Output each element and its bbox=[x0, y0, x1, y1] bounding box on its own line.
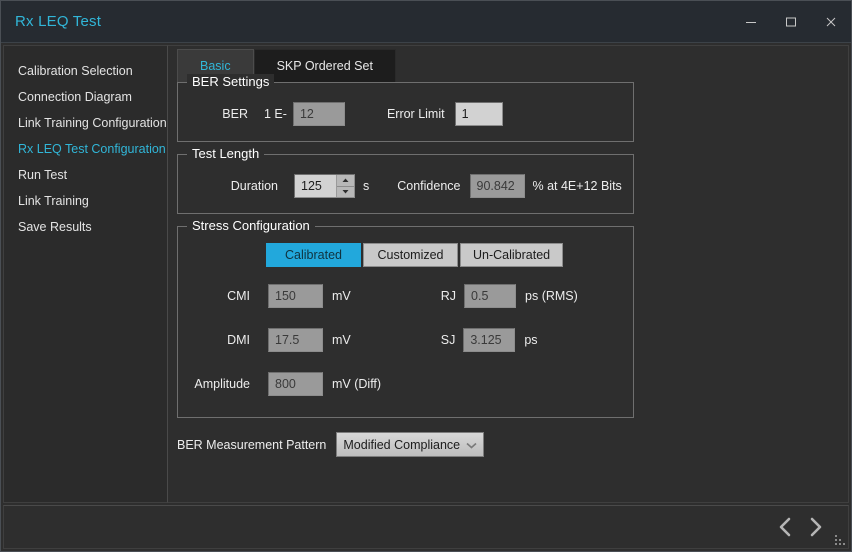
body-area: Calibration Selection Connection Diagram… bbox=[1, 43, 851, 503]
dmi-input[interactable]: 17.5 bbox=[268, 328, 323, 352]
next-page-chevron[interactable] bbox=[800, 512, 830, 542]
sidebar-item-link-training-configuration[interactable]: Link Training Configuration bbox=[4, 110, 167, 136]
maximize-button[interactable] bbox=[771, 1, 811, 43]
application-window: Rx LEQ Test Calibration Selection Connec… bbox=[0, 0, 852, 552]
window-title: Rx LEQ Test bbox=[15, 13, 731, 30]
stress-mode-customized[interactable]: Customized bbox=[363, 243, 458, 267]
ber-exponent-input[interactable]: 12 bbox=[293, 102, 345, 126]
sidebar-navigation: Calibration Selection Connection Diagram… bbox=[3, 45, 168, 503]
resize-grip-icon[interactable] bbox=[831, 531, 845, 545]
amplitude-label: Amplitude bbox=[178, 377, 250, 391]
sj-input[interactable]: 3.125 bbox=[463, 328, 515, 352]
footer-bar bbox=[3, 505, 849, 549]
close-button[interactable] bbox=[811, 1, 851, 43]
ber-measurement-pattern-select[interactable]: Modified Compliance bbox=[336, 432, 484, 457]
stepper-down-icon[interactable] bbox=[337, 186, 354, 198]
confidence-label: Confidence bbox=[397, 179, 460, 193]
error-limit-label: Error Limit bbox=[387, 107, 445, 121]
content-panel: Basic SKP Ordered Set BER Settings BER 1… bbox=[168, 45, 849, 503]
window-controls bbox=[731, 1, 851, 42]
sj-label: SJ bbox=[441, 333, 456, 347]
rj-label: RJ bbox=[441, 289, 456, 303]
duration-stepper-buttons bbox=[336, 175, 354, 197]
cmi-input[interactable]: 150 bbox=[268, 284, 323, 308]
stress-mode-calibrated[interactable]: Calibrated bbox=[266, 243, 361, 267]
basic-tab-panel: BER Settings BER 1 E- 12 Error Limit 1 T… bbox=[168, 82, 848, 457]
duration-label: Duration bbox=[178, 179, 278, 193]
rj-unit-label: ps (RMS) bbox=[525, 289, 578, 303]
ber-label: BER bbox=[178, 107, 248, 121]
previous-page-chevron[interactable] bbox=[770, 512, 800, 542]
dmi-sj-row: DMI 17.5 mV SJ 3.125 ps bbox=[178, 325, 633, 355]
ber-measurement-pattern-row: BER Measurement Pattern Modified Complia… bbox=[177, 432, 848, 457]
ber-prefix-label: 1 E- bbox=[264, 107, 287, 121]
rj-input[interactable]: 0.5 bbox=[464, 284, 516, 308]
sidebar-item-save-results[interactable]: Save Results bbox=[4, 214, 167, 240]
dmi-unit-label: mV bbox=[332, 333, 351, 347]
sidebar-item-link-training[interactable]: Link Training bbox=[4, 188, 167, 214]
cmi-label: CMI bbox=[178, 289, 250, 303]
ber-settings-row: BER 1 E- 12 Error Limit 1 bbox=[178, 99, 633, 129]
sj-unit-label: ps bbox=[524, 333, 537, 347]
amplitude-input[interactable]: 800 bbox=[268, 372, 323, 396]
stress-mode-un-calibrated[interactable]: Un-Calibrated bbox=[460, 243, 563, 267]
amplitude-row: Amplitude 800 mV (Diff) bbox=[178, 369, 633, 399]
cmi-unit-label: mV bbox=[332, 289, 351, 303]
stress-configuration-group: Stress Configuration Calibrated Customiz… bbox=[177, 226, 634, 418]
confidence-input: 90.842 bbox=[470, 174, 525, 198]
ber-settings-group: BER Settings BER 1 E- 12 Error Limit 1 bbox=[177, 82, 634, 142]
duration-stepper[interactable]: 125 bbox=[294, 174, 355, 198]
dmi-label: DMI bbox=[178, 333, 250, 347]
cmi-rj-row: CMI 150 mV RJ 0.5 ps (RMS) bbox=[178, 281, 633, 311]
tab-skp-ordered-set[interactable]: SKP Ordered Set bbox=[254, 49, 396, 82]
ber-measurement-pattern-value: Modified Compliance bbox=[343, 438, 460, 452]
duration-unit-label: s bbox=[363, 179, 369, 193]
sidebar-item-calibration-selection[interactable]: Calibration Selection bbox=[4, 58, 167, 84]
test-length-group: Test Length Duration 125 bbox=[177, 154, 634, 214]
stepper-up-icon[interactable] bbox=[337, 175, 354, 186]
stress-mode-segmented-control: Calibrated Customized Un-Calibrated bbox=[266, 243, 633, 267]
duration-input[interactable]: 125 bbox=[295, 175, 336, 197]
chevron-down-icon bbox=[466, 438, 477, 452]
stress-configuration-title: Stress Configuration bbox=[187, 218, 315, 233]
ber-settings-title: BER Settings bbox=[187, 74, 274, 89]
title-bar: Rx LEQ Test bbox=[1, 1, 851, 43]
error-limit-input[interactable]: 1 bbox=[455, 102, 503, 126]
ber-measurement-pattern-label: BER Measurement Pattern bbox=[177, 438, 326, 452]
test-length-row: Duration 125 bbox=[178, 171, 633, 201]
minimize-button[interactable] bbox=[731, 1, 771, 43]
sidebar-item-rx-leq-test-configuration[interactable]: Rx LEQ Test Configuration bbox=[4, 136, 167, 162]
confidence-unit-label: % at 4E+12 Bits bbox=[533, 179, 622, 193]
sidebar-item-connection-diagram[interactable]: Connection Diagram bbox=[4, 84, 167, 110]
sidebar-item-run-test[interactable]: Run Test bbox=[4, 162, 167, 188]
test-length-title: Test Length bbox=[187, 146, 264, 161]
amplitude-unit-label: mV (Diff) bbox=[332, 377, 381, 391]
